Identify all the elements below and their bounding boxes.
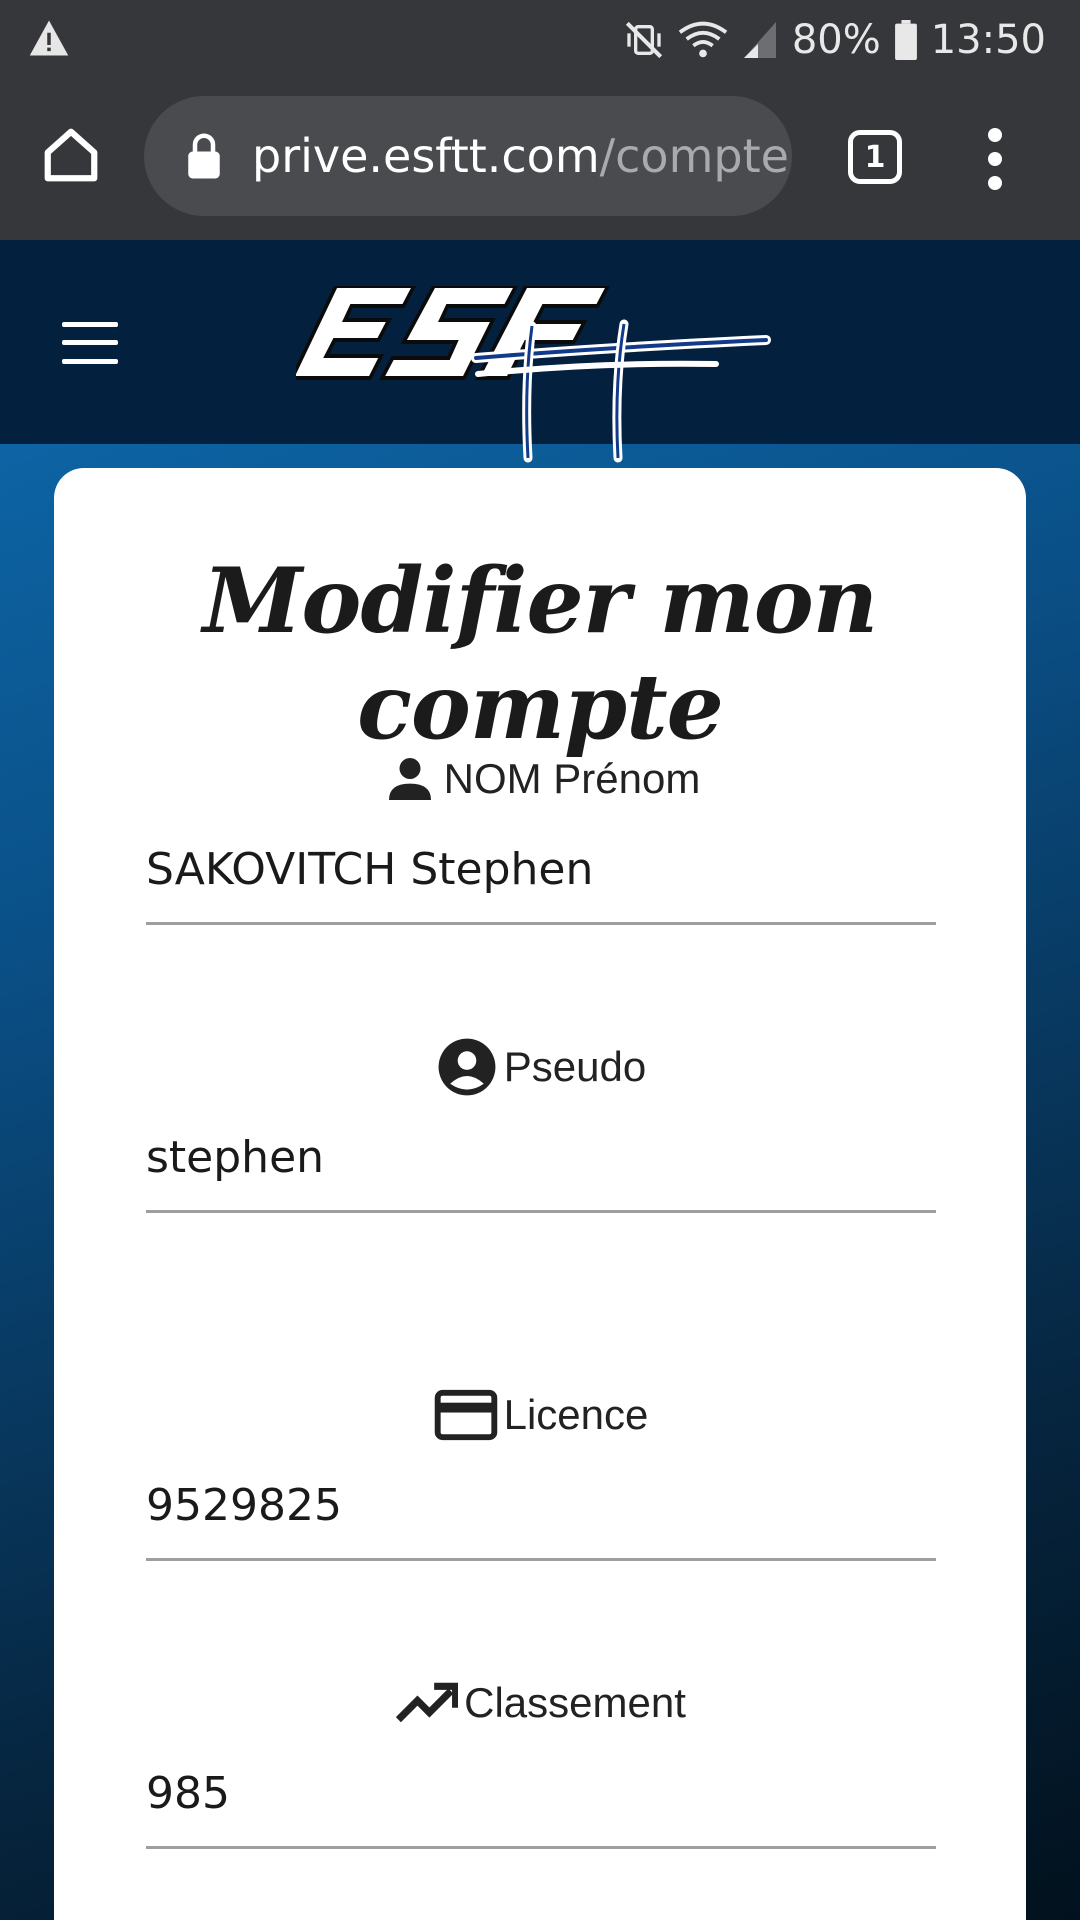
input-underline bbox=[146, 922, 936, 925]
hamburger-menu-icon[interactable] bbox=[62, 322, 118, 364]
tab-switcher-button[interactable]: 1 bbox=[848, 130, 902, 184]
field-label-pseudo: Pseudo bbox=[503, 1043, 647, 1090]
licence-input[interactable]: 9529825 bbox=[146, 1474, 936, 1538]
page-background: Modifier mon compte NOM Prénom SAKOVITCH… bbox=[0, 240, 1080, 1920]
field-pseudo: Pseudo stephen bbox=[146, 1032, 936, 1213]
lock-icon bbox=[188, 133, 220, 179]
battery-percent: 80% bbox=[791, 17, 881, 63]
field-nom-prenom: NOM Prénom SAKOVITCH Stephen bbox=[146, 744, 936, 925]
site-header bbox=[0, 240, 1080, 463]
browser-toolbar: prive.esftt.com/compte 1 bbox=[0, 78, 1080, 240]
signal-icon bbox=[743, 22, 776, 58]
page-title: Modifier mon compte bbox=[202, 548, 878, 760]
name-input[interactable]: SAKOVITCH Stephen bbox=[146, 838, 936, 902]
pseudo-input[interactable]: stephen bbox=[146, 1126, 936, 1190]
esftt-logo[interactable] bbox=[296, 286, 796, 466]
warning-icon bbox=[29, 20, 69, 56]
account-form-card: Modifier mon compte NOM Prénom SAKOVITCH… bbox=[54, 468, 1026, 1920]
field-label-nom-prenom: NOM Prénom bbox=[443, 755, 701, 802]
classement-input[interactable]: 985 bbox=[146, 1762, 936, 1826]
account-circle-icon bbox=[438, 1038, 496, 1096]
address-bar[interactable]: prive.esftt.com/compte bbox=[144, 96, 792, 216]
person-icon bbox=[388, 758, 431, 800]
vibrate-mute-icon bbox=[625, 21, 662, 59]
status-bar: 80% 13:50 bbox=[0, 0, 1080, 78]
field-label-licence: Licence bbox=[503, 1391, 649, 1438]
trending-up-icon bbox=[396, 1682, 459, 1723]
field-licence: Licence 9529825 bbox=[146, 1380, 936, 1561]
field-label-classement: Classement bbox=[464, 1679, 686, 1726]
url-path: /compte bbox=[599, 129, 789, 183]
wifi-icon bbox=[678, 21, 728, 58]
clock: 13:50 bbox=[930, 17, 1046, 63]
input-underline bbox=[146, 1210, 936, 1213]
home-icon[interactable] bbox=[40, 124, 102, 186]
input-underline bbox=[146, 1558, 936, 1561]
battery-icon bbox=[894, 20, 917, 60]
credit-card-icon bbox=[434, 1389, 497, 1441]
input-underline bbox=[146, 1846, 936, 1849]
field-classement: Classement 985 bbox=[146, 1668, 936, 1849]
url-host: prive.esftt.com bbox=[252, 129, 600, 183]
more-menu-icon[interactable] bbox=[982, 128, 1010, 190]
